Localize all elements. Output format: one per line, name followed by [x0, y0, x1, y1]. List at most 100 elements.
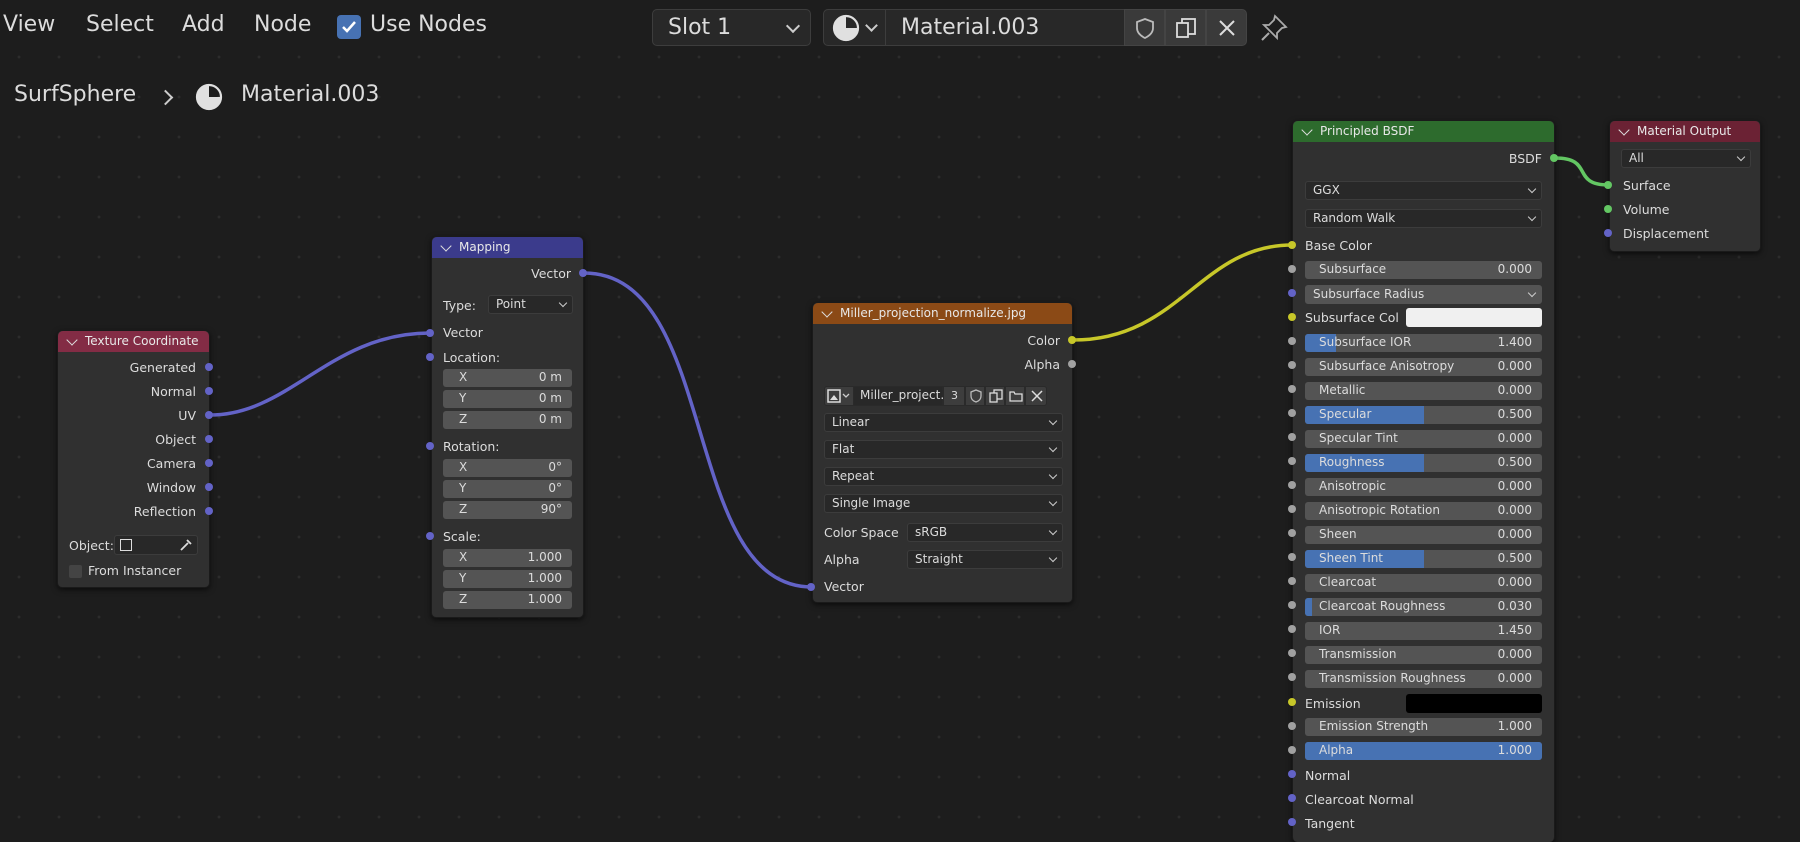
collapse-icon[interactable]	[1301, 124, 1313, 136]
socket-normal[interactable]	[205, 387, 213, 395]
subsurface-radius-dropdown[interactable]: Subsurface Radius	[1305, 285, 1542, 304]
image-users-count[interactable]: 3	[943, 386, 965, 406]
socket-specular-tint[interactable]	[1288, 433, 1296, 441]
socket-clearcoat-roughness[interactable]	[1288, 601, 1296, 609]
location-x-field[interactable]: X0 m	[443, 369, 572, 387]
socket-window[interactable]	[205, 483, 213, 491]
socket-subsurface[interactable]	[1288, 265, 1296, 273]
image-name-field[interactable]: Miller_project...	[853, 386, 952, 406]
extension-dropdown[interactable]: Repeat	[824, 467, 1063, 486]
anisotropic-rotation-field[interactable]: Anisotropic Rotation 0.000	[1305, 502, 1542, 520]
projection-dropdown[interactable]: Flat	[824, 440, 1063, 459]
socket-volume[interactable]	[1604, 205, 1612, 213]
socket-specular[interactable]	[1288, 409, 1296, 417]
socket-vector-in[interactable]	[426, 329, 434, 337]
socket-rotation[interactable]	[426, 442, 434, 450]
socket-subsurface-anisotropy[interactable]	[1288, 361, 1296, 369]
socket-transmission[interactable]	[1288, 649, 1296, 657]
slot-dropdown[interactable]: Slot 1	[652, 9, 811, 46]
socket-subsurface-radius[interactable]	[1288, 289, 1296, 297]
rotation-y-field[interactable]: Y 0°	[443, 480, 572, 498]
socket-alpha-out[interactable]	[1068, 360, 1076, 368]
socket-subsurface-ior[interactable]	[1288, 337, 1296, 345]
node-header[interactable]: Material Output	[1610, 121, 1760, 142]
target-dropdown[interactable]: All	[1621, 149, 1751, 168]
menu-node[interactable]: Node	[254, 12, 311, 37]
emission-color-swatch[interactable]	[1406, 694, 1542, 713]
collapse-icon[interactable]	[1618, 124, 1630, 136]
node-mapping[interactable]: Mapping Vector Type: Point Vector Locati…	[431, 236, 584, 618]
socket-sheen[interactable]	[1288, 529, 1296, 537]
rotation-x-field[interactable]: X 0°	[443, 459, 572, 477]
subsurface-field[interactable]: Subsurface 0.000	[1305, 261, 1542, 279]
menu-view[interactable]: View	[3, 12, 55, 37]
subsurface-ior-field[interactable]: Subsurface IOR 1.400	[1305, 334, 1542, 352]
eyedropper-icon[interactable]	[179, 538, 193, 552]
ior-field[interactable]: IOR 1.450	[1305, 622, 1542, 640]
socket-ior[interactable]	[1288, 625, 1296, 633]
node-editor-canvas[interactable]: View Select Add Node Use Nodes Slot 1 Ma…	[0, 0, 1800, 842]
subsurface-anisotropy-field[interactable]: Subsurface Anisotropy 0.000	[1305, 358, 1542, 376]
type-dropdown[interactable]: Point	[488, 295, 573, 314]
unlink-image-button[interactable]	[1025, 386, 1047, 406]
subsurface-method-dropdown[interactable]: Random Walk	[1305, 209, 1542, 228]
socket-normal[interactable]	[1288, 770, 1296, 778]
socket-scale[interactable]	[426, 532, 434, 540]
node-material-output[interactable]: Material Output All Surface Volume Displ…	[1609, 120, 1761, 252]
location-y-field[interactable]: Y0 m	[443, 390, 572, 408]
collapse-icon[interactable]	[66, 334, 78, 346]
subsurface-color-swatch[interactable]	[1406, 308, 1542, 327]
node-texture-coordinate[interactable]: Texture Coordinate Generated Normal UV O…	[57, 330, 210, 588]
transmission-field[interactable]: Transmission 0.000	[1305, 646, 1542, 664]
socket-emission-strength[interactable]	[1288, 722, 1296, 730]
scale-x-field[interactable]: X 1.000	[443, 549, 572, 567]
alpha-field[interactable]: Alpha 1.000	[1305, 742, 1542, 760]
object-picker-field[interactable]	[114, 535, 198, 555]
open-image-button[interactable]	[1005, 386, 1025, 406]
image-browse-button[interactable]	[824, 386, 854, 406]
specular-field[interactable]: Specular 0.500	[1305, 406, 1542, 424]
socket-camera[interactable]	[205, 459, 213, 467]
use-nodes-checkbox[interactable]	[337, 15, 361, 39]
clearcoat-roughness-field[interactable]: Clearcoat Roughness 0.030	[1305, 598, 1542, 616]
socket-vector-out[interactable]	[579, 269, 587, 277]
specular-tint-field[interactable]: Specular Tint 0.000	[1305, 430, 1542, 448]
socket-surface[interactable]	[1604, 181, 1612, 189]
duplicate-image-button[interactable]	[985, 386, 1005, 406]
socket-alpha[interactable]	[1288, 746, 1296, 754]
node-header[interactable]: Texture Coordinate	[58, 331, 209, 352]
color-space-dropdown[interactable]: sRGB	[907, 523, 1063, 542]
socket-generated[interactable]	[205, 363, 213, 371]
socket-color-out[interactable]	[1068, 336, 1076, 344]
clearcoat-field[interactable]: Clearcoat 0.000	[1305, 574, 1542, 592]
sheen-field[interactable]: Sheen 0.000	[1305, 526, 1542, 544]
duplicate-material-button[interactable]	[1165, 9, 1206, 46]
interpolation-dropdown[interactable]: Linear	[824, 413, 1063, 432]
socket-displacement[interactable]	[1604, 229, 1612, 237]
socket-roughness[interactable]	[1288, 457, 1296, 465]
socket-anisotropic-rotation[interactable]	[1288, 505, 1296, 513]
socket-object[interactable]	[205, 435, 213, 443]
fake-user-button[interactable]	[965, 386, 985, 406]
socket-vector-in[interactable]	[807, 583, 815, 591]
menu-select[interactable]: Select	[86, 12, 154, 37]
unlink-material-button[interactable]	[1206, 9, 1247, 46]
node-image-texture[interactable]: Miller_projection_normalize.jpg Color Al…	[812, 302, 1073, 603]
emission-strength-field[interactable]: Emission Strength 1.000	[1305, 718, 1542, 736]
sheen-tint-field[interactable]: Sheen Tint 0.500	[1305, 550, 1542, 568]
socket-metallic[interactable]	[1288, 385, 1296, 393]
node-header[interactable]: Principled BSDF	[1293, 121, 1554, 142]
collapse-icon[interactable]	[821, 306, 833, 318]
material-name-field[interactable]: Material.003	[885, 9, 1125, 46]
fake-user-button[interactable]	[1124, 9, 1165, 46]
socket-clearcoat-normal[interactable]	[1288, 794, 1296, 802]
material-browse-button[interactable]	[823, 9, 886, 46]
scale-z-field[interactable]: Z 1.000	[443, 591, 572, 609]
collapse-icon[interactable]	[440, 240, 452, 252]
socket-transmission-roughness[interactable]	[1288, 673, 1296, 681]
socket-bsdf-out[interactable]	[1550, 154, 1558, 162]
socket-base-color[interactable]	[1288, 241, 1296, 249]
socket-sheen-tint[interactable]	[1288, 553, 1296, 561]
from-instancer-checkbox[interactable]	[69, 565, 82, 578]
location-z-field[interactable]: Z0 m	[443, 411, 572, 429]
